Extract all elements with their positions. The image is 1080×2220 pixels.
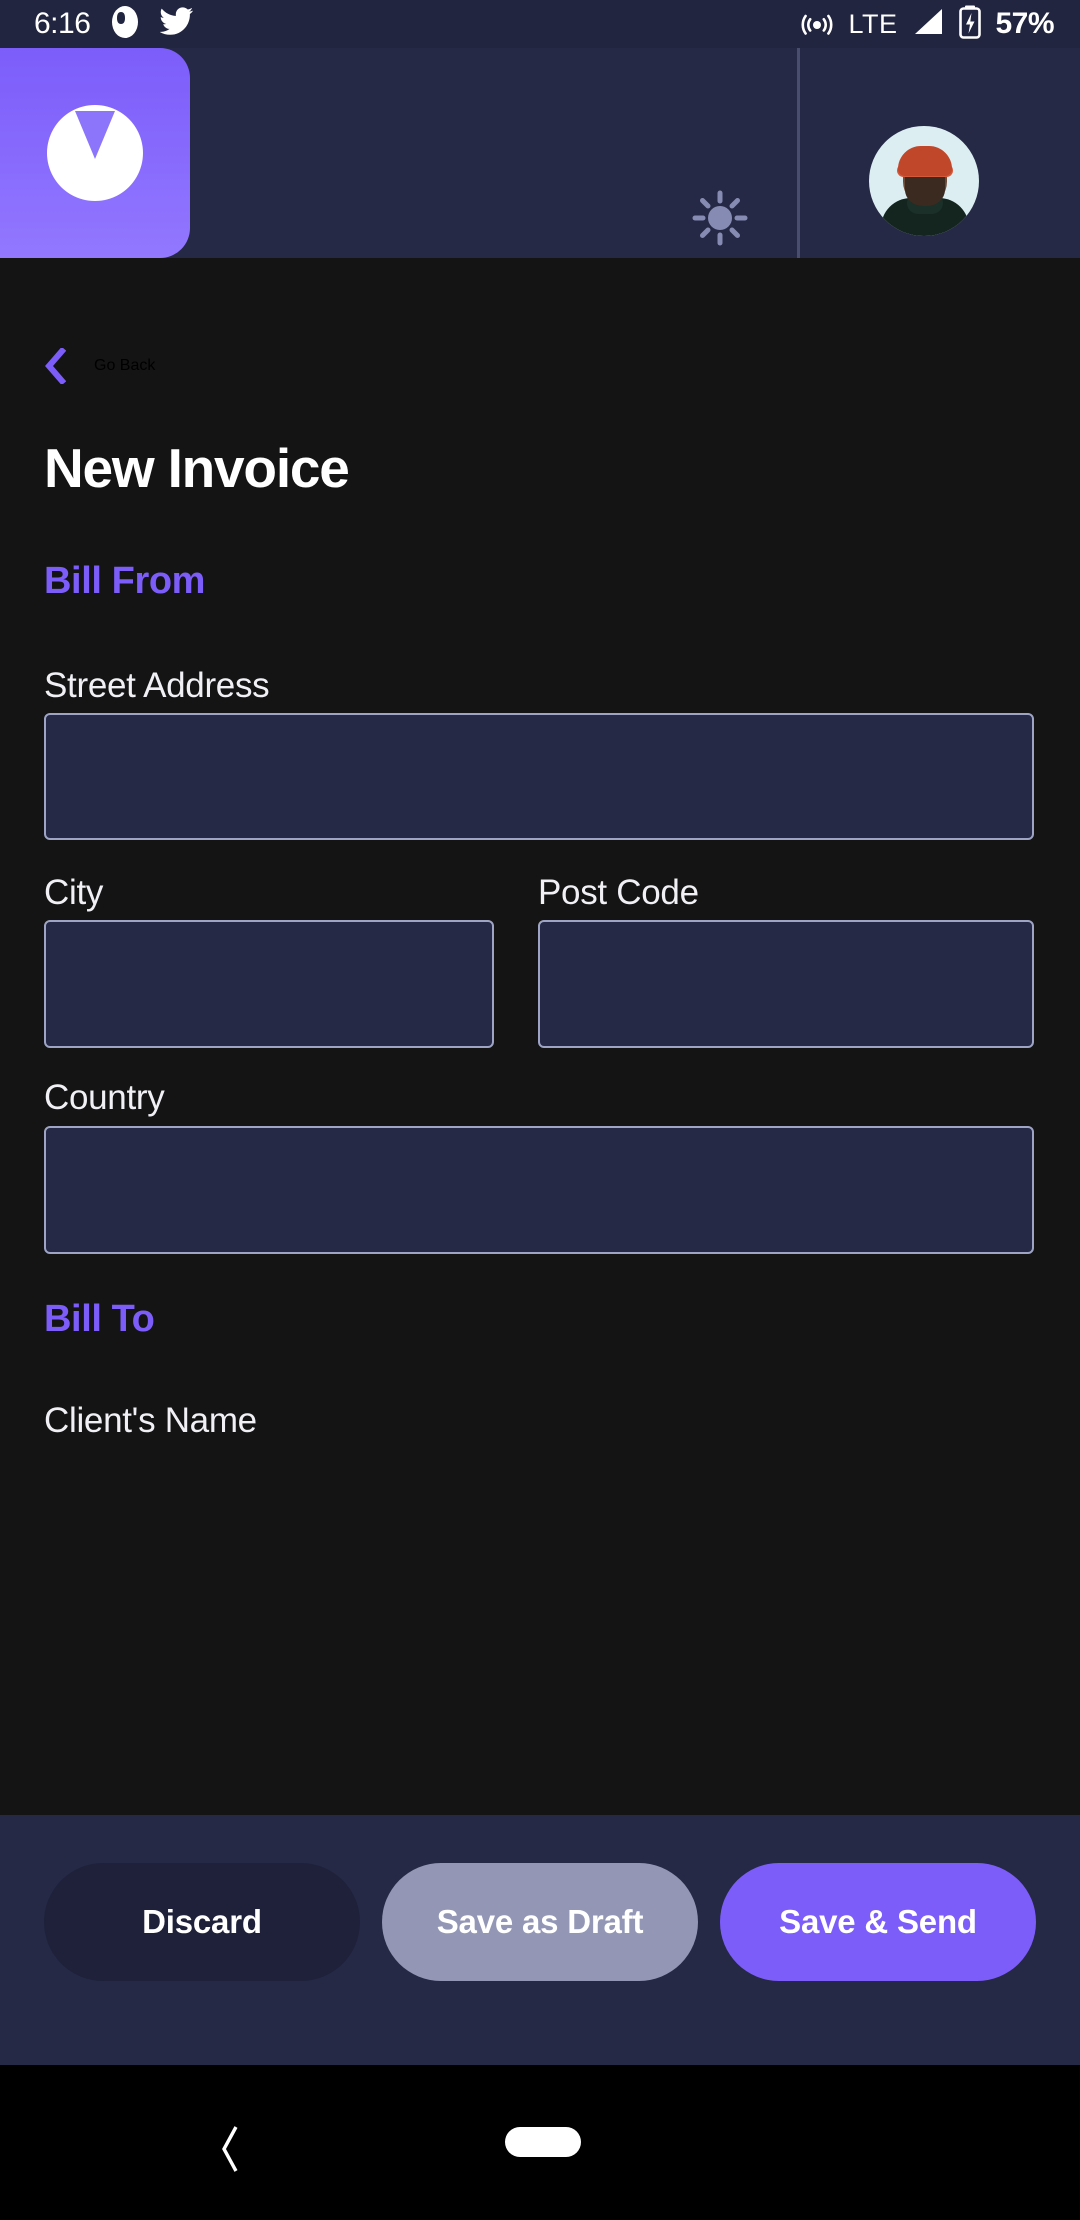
nav-home-pill-icon[interactable] bbox=[505, 2127, 581, 2157]
client-name-label: Client's Name bbox=[44, 1401, 257, 1440]
invoice-form-scroll-area[interactable]: Go Back New Invoice Bill From Street Add… bbox=[0, 258, 1080, 1815]
logo-mark-icon bbox=[46, 105, 143, 201]
section-heading-bill-from: Bill From bbox=[44, 560, 206, 602]
go-back-button[interactable]: Go Back bbox=[44, 348, 155, 384]
street-address-input[interactable] bbox=[44, 713, 1034, 840]
nav-back-chevron-icon bbox=[222, 2126, 238, 2172]
invoice-app-logo[interactable] bbox=[0, 48, 190, 258]
country-label: Country bbox=[44, 1078, 165, 1117]
android-nav-bar bbox=[0, 2065, 1080, 2220]
status-bar: 6:16 LTE 57% bbox=[0, 0, 1080, 48]
hotspot-icon bbox=[800, 6, 834, 43]
sun-icon bbox=[692, 190, 748, 246]
city-input[interactable] bbox=[44, 920, 494, 1048]
avatar-hat bbox=[898, 146, 952, 176]
post-code-input[interactable] bbox=[538, 920, 1034, 1048]
battery-percent-label: 57% bbox=[995, 7, 1054, 40]
post-code-label: Post Code bbox=[538, 873, 699, 912]
battery-charging-icon bbox=[959, 5, 982, 44]
city-label: City bbox=[44, 873, 104, 912]
section-heading-bill-to: Bill To bbox=[44, 1298, 155, 1340]
street-address-label: Street Address bbox=[44, 666, 270, 705]
chevron-left-icon bbox=[45, 348, 66, 384]
form-action-bar: Discard Save as Draft Save & Send bbox=[0, 1815, 1080, 2065]
header-divider bbox=[797, 48, 800, 258]
app-header bbox=[0, 48, 1080, 258]
status-bar-right: LTE 57% bbox=[800, 5, 1054, 44]
page-title: New Invoice bbox=[44, 437, 350, 499]
save-and-send-button[interactable]: Save & Send bbox=[720, 1863, 1036, 1981]
theme-toggle-button[interactable] bbox=[675, 173, 765, 263]
twitter-icon bbox=[159, 6, 194, 42]
phone-screen: 6:16 LTE 57% Go Back New Invoice Bill Fr… bbox=[0, 0, 1080, 2220]
country-input[interactable] bbox=[44, 1126, 1034, 1254]
network-type-label: LTE bbox=[848, 8, 898, 39]
go-back-label: Go Back bbox=[94, 357, 156, 374]
signal-icon bbox=[911, 7, 945, 42]
ghost-app-icon bbox=[110, 5, 140, 44]
discard-button[interactable]: Discard bbox=[44, 1863, 360, 1981]
status-clock: 6:16 bbox=[34, 7, 91, 40]
status-bar-left: 6:16 bbox=[34, 5, 194, 44]
save-as-draft-button[interactable]: Save as Draft bbox=[382, 1863, 698, 1981]
user-avatar[interactable] bbox=[869, 126, 979, 236]
nav-back-button[interactable] bbox=[190, 2109, 270, 2189]
